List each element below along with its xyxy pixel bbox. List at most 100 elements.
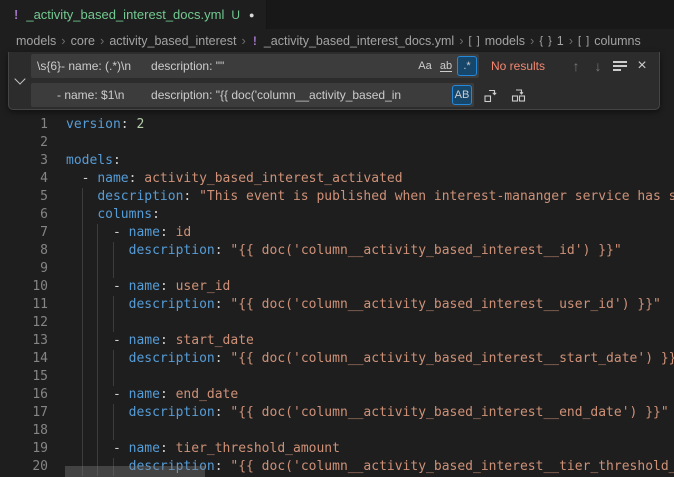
code-text: - name: activity_based_interest_activate… [66, 170, 403, 188]
code-token: description [129, 243, 215, 258]
code-token: : [215, 243, 231, 258]
code-text: description: "{{ doc('column__activity_b… [66, 350, 674, 368]
modified-indicator-dot[interactable]: ● [249, 10, 254, 20]
code-line[interactable]: 16 - name: end_date [0, 386, 674, 404]
replace-all-icon [511, 87, 527, 103]
line-number: 10 [0, 278, 48, 296]
code-line[interactable]: 19 - name: tier_threshold_amount [0, 440, 674, 458]
line-number: 16 [0, 386, 48, 404]
code-token [66, 189, 97, 204]
code-token: name [129, 279, 160, 294]
line-number: 15 [0, 368, 48, 386]
code-line[interactable]: 5 description: "This event is published … [0, 188, 674, 206]
code-token: description [129, 297, 215, 312]
breadcrumb-item-core[interactable]: core [71, 34, 95, 48]
code-token: : [160, 225, 176, 240]
code-token: activity_based_interest_activated [144, 171, 402, 186]
code-text: - name: tier_threshold_amount [66, 440, 340, 458]
replace-input[interactable] [31, 88, 451, 102]
match-case-button[interactable]: Aa [415, 56, 435, 76]
breadcrumb-item-columns[interactable]: [ ]columns [578, 34, 641, 48]
code-line[interactable]: 10 - name: user_id [0, 278, 674, 296]
code-token: start_date [176, 333, 254, 348]
code-token: "{{ doc('column__activity_based_interest… [230, 405, 668, 420]
results-count: No results [491, 59, 545, 73]
line-number: 3 [0, 152, 48, 170]
code-line[interactable]: 9 [0, 260, 674, 278]
indent-guide [82, 422, 83, 440]
symbol-array-icon: [ ] [578, 35, 590, 47]
code-token: : [160, 333, 176, 348]
code-token: : [160, 387, 176, 402]
code-text: models: [66, 152, 121, 170]
code-line[interactable]: 12 [0, 314, 674, 332]
code-token: : [160, 279, 176, 294]
breadcrumb-item-models[interactable]: [ ]models [469, 34, 525, 48]
yaml-file-icon: ! [253, 34, 257, 48]
code-line[interactable]: 8 description: "{{ doc('column__activity… [0, 242, 674, 260]
breadcrumb-label: models [485, 34, 525, 48]
line-number: 5 [0, 188, 48, 206]
breadcrumb-separator-icon: › [241, 33, 245, 48]
code-token [66, 351, 129, 366]
find-in-selection-button[interactable] [609, 55, 631, 77]
code-line[interactable]: 11 description: "{{ doc('column__activit… [0, 296, 674, 314]
editor[interactable]: 1version: 223models:4 - name: activity_b… [0, 52, 674, 477]
indent-guide [97, 314, 98, 332]
next-match-button[interactable]: ↓ [587, 55, 609, 77]
breadcrumb-item-1[interactable]: { }1 [539, 34, 563, 48]
line-number: 2 [0, 134, 48, 152]
code-token: tier_threshold_amount [176, 441, 340, 456]
code-token: name [129, 225, 160, 240]
code-line[interactable]: 15 [0, 368, 674, 386]
code-token: : [113, 153, 121, 168]
code-line[interactable]: 4 - name: activity_based_interest_activa… [0, 170, 674, 188]
code-token: - [66, 387, 129, 402]
code-text: - name: user_id [66, 278, 230, 296]
preserve-case-button[interactable]: AB [452, 85, 472, 105]
code-token: models [66, 153, 113, 168]
code-token: : [160, 441, 176, 456]
whole-word-button[interactable]: ab [436, 56, 456, 76]
tab-activity-based-interest-docs[interactable]: ! _activity_based_interest_docs.yml U ● [0, 0, 267, 29]
find-input[interactable] [31, 59, 414, 73]
line-number: 18 [0, 422, 48, 440]
previous-match-button[interactable]: ↑ [565, 55, 587, 77]
breadcrumb-item-models[interactable]: models [16, 34, 56, 48]
replace-button[interactable] [480, 84, 502, 106]
code-line[interactable]: 1version: 2 [0, 116, 674, 134]
code-line[interactable]: 3 models: [0, 152, 674, 170]
horizontal-scrollbar[interactable] [65, 466, 205, 477]
breadcrumb-item--activity-based-interest-docs-yml[interactable]: !_activity_based_interest_docs.yml [251, 34, 454, 48]
breadcrumb-label: activity_based_interest [109, 34, 236, 48]
code-line[interactable]: 18 [0, 422, 674, 440]
chevron-down-icon [14, 73, 25, 84]
code-token: name [129, 333, 160, 348]
code-token [66, 405, 129, 420]
code-line[interactable]: 13 - name: start_date [0, 332, 674, 350]
toggle-replace-button[interactable] [9, 52, 31, 109]
breadcrumb-label: core [71, 34, 95, 48]
code-line[interactable]: 17 description: "{{ doc('column__activit… [0, 404, 674, 422]
code-line[interactable]: 7 - name: id [0, 224, 674, 242]
breadcrumb-item-activity-based-interest[interactable]: activity_based_interest [109, 34, 236, 48]
replace-input-box: AB [31, 83, 474, 107]
breadcrumb-separator-icon: › [569, 33, 573, 48]
replace-icon [483, 87, 499, 103]
regex-button[interactable]: .* [457, 56, 477, 76]
breadcrumb-separator-icon: › [530, 33, 534, 48]
code-text: version: 2 [66, 116, 144, 134]
code-line[interactable]: 6 columns: [0, 206, 674, 224]
replace-all-button[interactable] [508, 84, 530, 106]
indent-guide [97, 368, 98, 386]
code-token: columns [97, 207, 152, 222]
breadcrumb-separator-icon: › [100, 33, 104, 48]
tab-bar: ! _activity_based_interest_docs.yml U ● [0, 0, 674, 29]
code-line[interactable]: 2 [0, 134, 674, 152]
replace-row: AB [31, 83, 653, 107]
line-number: 13 [0, 332, 48, 350]
find-widget-rows: Aa ab .* No results ↑ ↓ × AB [31, 52, 659, 109]
code-line[interactable]: 14 description: "{{ doc('column__activit… [0, 350, 674, 368]
close-button[interactable]: × [631, 55, 653, 77]
code-token: : [215, 351, 231, 366]
